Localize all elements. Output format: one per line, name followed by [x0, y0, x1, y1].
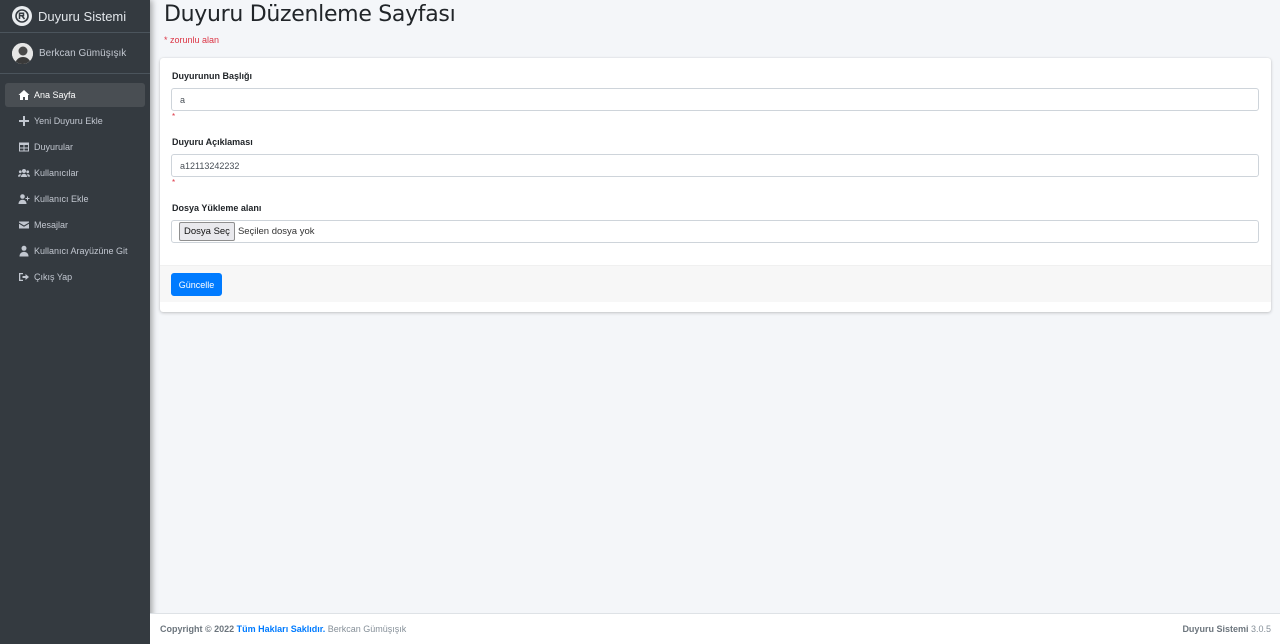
rights-link[interactable]: Tüm Hakları Saklıdır.	[237, 624, 326, 634]
footer-app-name: Duyuru Sistemi	[1182, 624, 1249, 634]
brand-title: Duyuru Sistemi	[38, 8, 127, 24]
sidebar: Duyuru Sistemi Berkcan Gümüşışık Ana Say…	[0, 0, 150, 644]
sidebar-nav: Ana Sayfa Yeni Duyuru Ekle Duyurular Kul…	[0, 74, 150, 289]
footer-author: Berkcan Gümüşışık	[327, 624, 407, 634]
sidebar-item-kullanici-ekle[interactable]: Kullanıcı Ekle	[5, 187, 145, 211]
choose-file-button[interactable]: Dosya Seç	[179, 222, 235, 241]
description-required-star: *	[172, 178, 176, 187]
sidebar-item-mesajlar[interactable]: Mesajlar	[5, 213, 145, 237]
update-button[interactable]: Güncelle	[171, 273, 222, 296]
plus-icon	[17, 115, 30, 127]
sidebar-item-label: Ana Sayfa	[34, 90, 76, 100]
footer-version-block: Duyuru Sistemi 3.0.5	[1182, 624, 1271, 634]
sign-out-icon	[17, 271, 30, 283]
user-icon	[17, 245, 30, 257]
sidebar-item-label: Kullanıcı Ekle	[34, 194, 89, 204]
title-label: Duyurunun Başlığı	[172, 71, 253, 81]
copyright-text: Copyright © 2022	[160, 624, 235, 634]
footer-version: 3.0.5	[1250, 624, 1271, 634]
sidebar-item-cikis-yap[interactable]: Çıkış Yap	[5, 265, 145, 289]
avatar	[12, 42, 33, 64]
sidebar-item-label: Mesajlar	[34, 220, 69, 230]
file-upload-label: Dosya Yükleme alanı	[172, 203, 262, 213]
title-input[interactable]: a	[171, 88, 1259, 111]
page-title: Duyuru Düzenleme Sayfası	[164, 2, 456, 27]
brand-link[interactable]: Duyuru Sistemi	[0, 0, 150, 33]
user-name: Berkcan Gümüşışık	[39, 47, 127, 59]
footer-copyright: Copyright © 2022 Tüm Hakları Saklıdır. B…	[160, 624, 406, 634]
envelope-icon	[17, 219, 30, 231]
description-label: Duyuru Açıklaması	[172, 137, 253, 147]
sidebar-item-ana-sayfa[interactable]: Ana Sayfa	[5, 83, 145, 107]
user-panel[interactable]: Berkcan Gümüşışık	[0, 33, 150, 74]
sidebar-item-kullanici-arayuzune-git[interactable]: Kullanıcı Arayüzüne Git	[5, 239, 145, 263]
table-icon	[17, 141, 30, 153]
sidebar-item-label: Yeni Duyuru Ekle	[34, 116, 103, 126]
required-note: * zorunlu alan	[164, 35, 220, 45]
sidebar-item-label: Çıkış Yap	[34, 272, 73, 282]
sidebar-item-label: Kullanıcı Arayüzüne Git	[34, 246, 128, 256]
user-plus-icon	[17, 193, 30, 205]
card-footer: Güncelle	[160, 265, 1271, 302]
file-status: Seçilen dosya yok	[237, 226, 315, 237]
sidebar-item-label: Duyurular	[34, 142, 74, 152]
users-icon	[17, 167, 30, 179]
sidebar-item-duyurular[interactable]: Duyurular	[5, 135, 145, 159]
page-footer: Copyright © 2022 Tüm Hakları Saklıdır. B…	[150, 613, 1280, 644]
sidebar-item-kullanicilar[interactable]: Kullanıcılar	[5, 161, 145, 185]
title-required-star: *	[172, 112, 176, 121]
edit-announcement-form: Duyurunun Başlığı a * Duyuru Açıklaması …	[160, 58, 1271, 312]
home-icon	[17, 89, 30, 101]
sidebar-item-yeni-duyuru-ekle[interactable]: Yeni Duyuru Ekle	[5, 109, 145, 133]
sidebar-item-label: Kullanıcılar	[34, 168, 79, 178]
brand-logo-icon	[12, 6, 32, 26]
file-upload-input[interactable]: Dosya Seç Seçilen dosya yok	[171, 220, 1259, 243]
description-input[interactable]: a12113242232	[171, 154, 1259, 177]
